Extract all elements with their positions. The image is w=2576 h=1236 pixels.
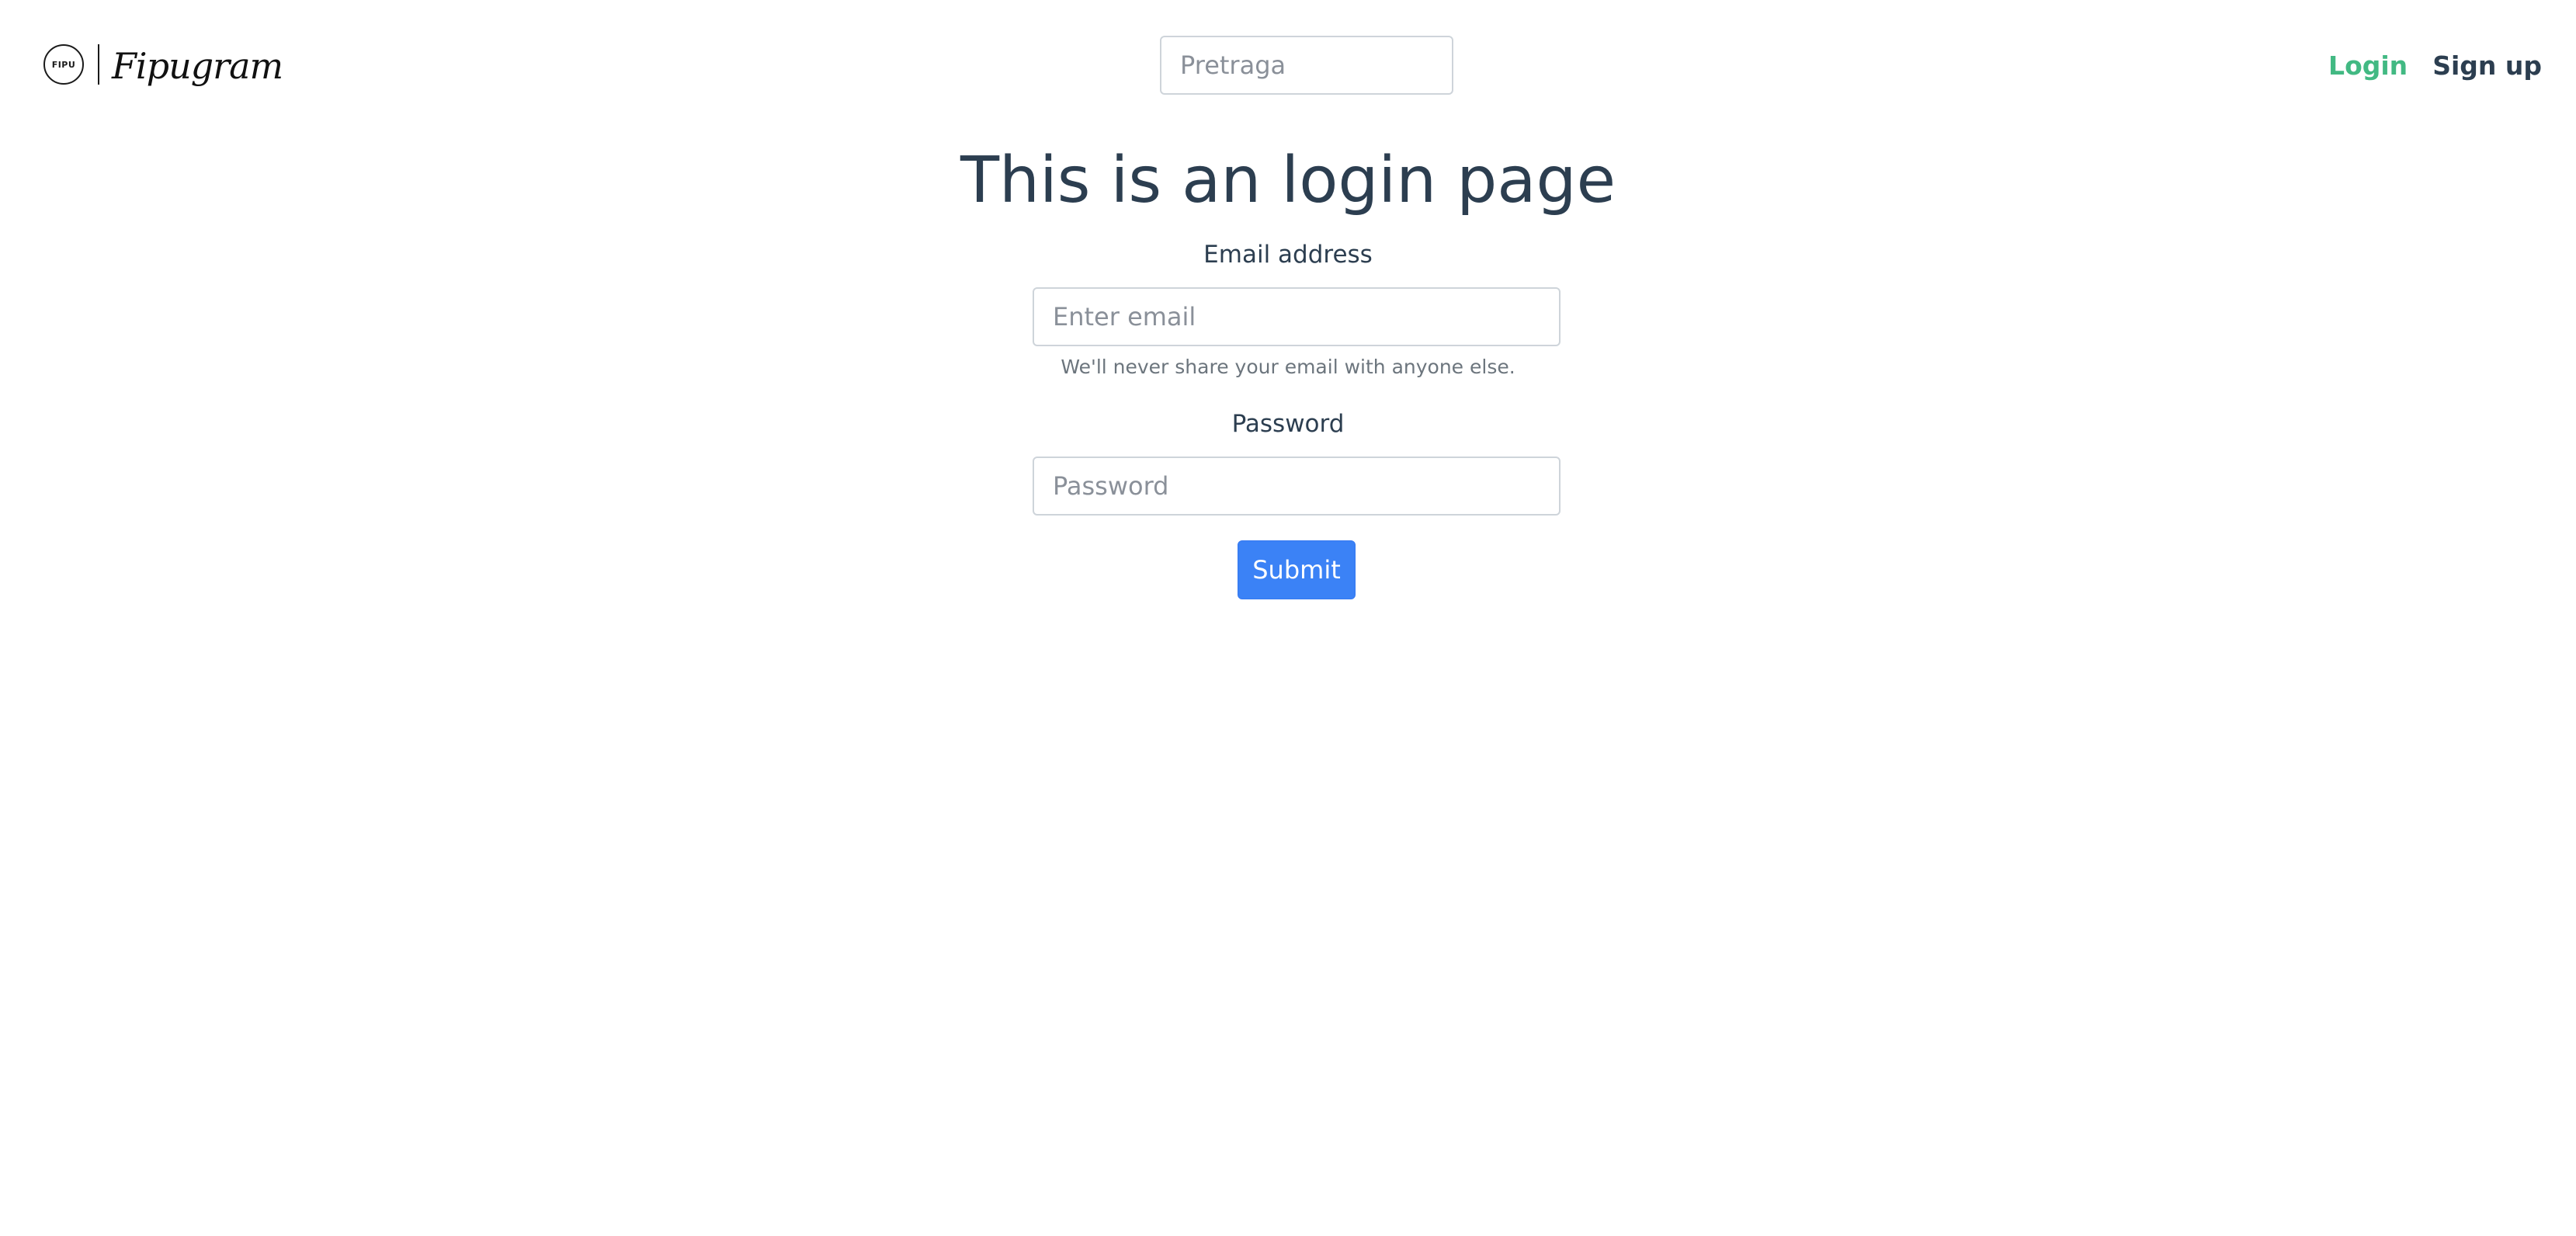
brand-logo-link[interactable]: FIPU Fipugram: [43, 39, 283, 90]
brand-divider: [98, 44, 99, 85]
nav-link-login[interactable]: Login: [2328, 50, 2408, 81]
submit-button[interactable]: Submit: [1238, 540, 1356, 599]
email-field[interactable]: [1033, 287, 1561, 346]
nav-links: Login Sign up: [2328, 43, 2542, 87]
password-field[interactable]: [1033, 457, 1561, 516]
email-help-text: We'll never share your email with anyone…: [1061, 356, 1515, 378]
navbar: FIPU Fipugram Login Sign up: [0, 0, 2576, 129]
brand-wordmark: Fipugram: [112, 45, 283, 87]
email-label: Email address: [1203, 241, 1373, 269]
page-title: This is an login page: [960, 144, 1616, 217]
nav-link-signup[interactable]: Sign up: [2432, 50, 2542, 81]
password-label: Password: [1231, 410, 1345, 438]
fipu-badge-text: FIPU: [51, 59, 76, 70]
fipu-badge-logo: FIPU: [43, 44, 84, 85]
search-input[interactable]: [1160, 36, 1453, 95]
